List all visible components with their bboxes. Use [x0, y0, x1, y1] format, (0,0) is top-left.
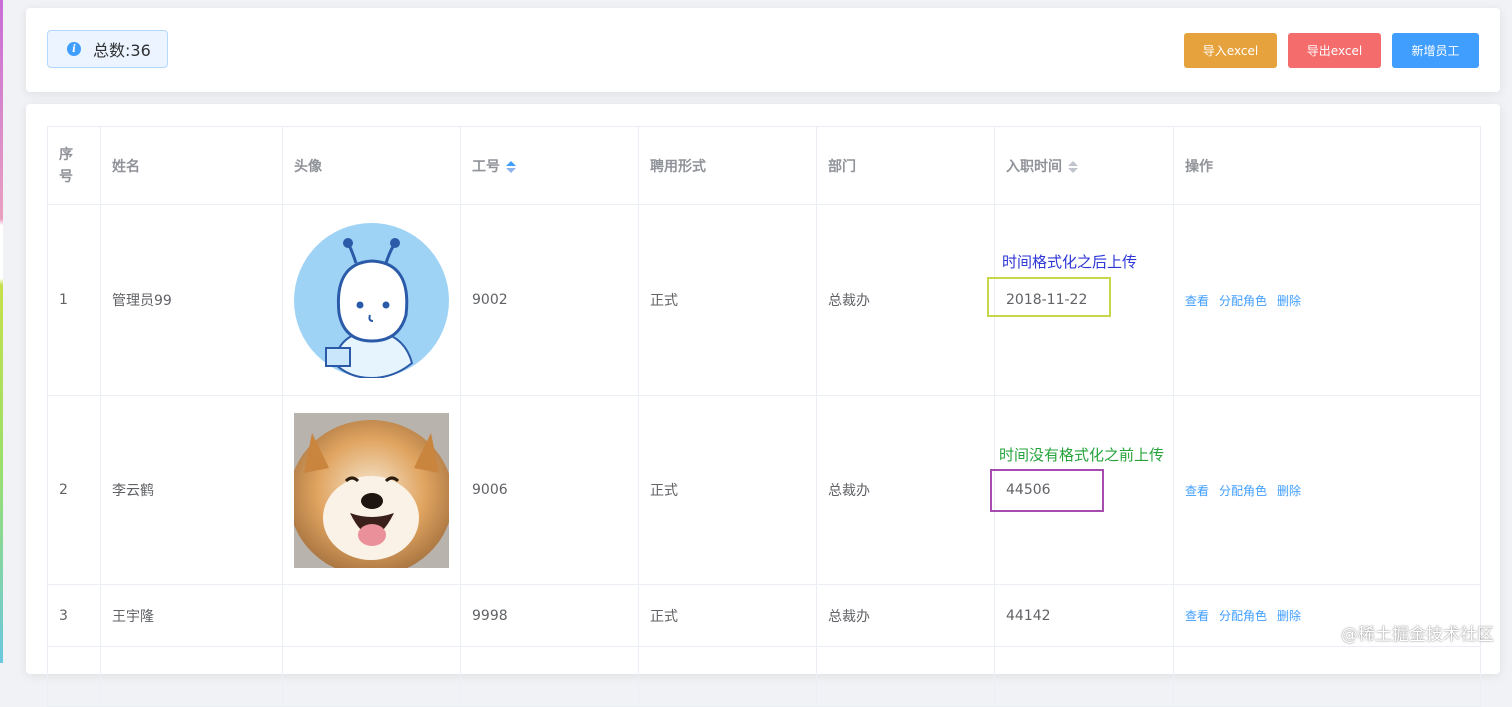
time-of-entry-value: 44506	[1006, 482, 1051, 498]
page-tools-card: i 总数:36 导入excel 导出excel 新增员工	[26, 8, 1500, 92]
watermark-text: @稀土掘金技术社区	[1341, 620, 1494, 645]
cell-index: 2	[48, 396, 101, 585]
sort-caret-icon[interactable]	[506, 161, 516, 173]
view-link[interactable]: 查看	[1185, 484, 1209, 498]
column-header-work-number[interactable]: 工号	[461, 127, 639, 205]
annotation-label-formatted: 时间格式化之后上传	[1002, 251, 1137, 272]
dog-photo-image[interactable]	[294, 413, 449, 568]
view-link[interactable]: 查看	[1185, 294, 1209, 308]
cell-form-of-employment: 正式	[639, 585, 817, 647]
column-header-name: 姓名	[101, 127, 283, 205]
cell-department: 总裁办	[817, 585, 995, 647]
cell-time-of-entry: 44142	[995, 585, 1174, 647]
column-header-index: 序号	[48, 127, 101, 205]
assign-role-link[interactable]: 分配角色	[1219, 609, 1267, 623]
column-header-avatar: 头像	[283, 127, 461, 205]
delete-link[interactable]: 删除	[1277, 484, 1301, 498]
column-header-department: 部门	[817, 127, 995, 205]
employee-table: 序号 姓名 头像 工号 聘用形式 部门 入职时间 操作 1 管理员99	[47, 126, 1481, 707]
delete-link[interactable]: 删除	[1277, 609, 1301, 623]
cell-time-of-entry: 时间没有格式化之前上传 44506	[995, 396, 1174, 585]
time-of-entry-value: 2018-11-22	[1006, 292, 1087, 308]
cell-name: 管理员99	[101, 205, 283, 396]
cell-time-of-entry: 时间格式化之后上传 2018-11-22	[995, 205, 1174, 396]
employee-table-card: 序号 姓名 头像 工号 聘用形式 部门 入职时间 操作 1 管理员99	[26, 104, 1500, 674]
cell-department: 总裁办	[817, 205, 995, 396]
total-count-text: 总数:36	[93, 37, 151, 61]
import-excel-button[interactable]: 导入excel	[1184, 33, 1277, 68]
info-icon: i	[67, 42, 81, 56]
add-employee-button[interactable]: 新增员工	[1392, 33, 1479, 68]
cell-form-of-employment: 正式	[639, 205, 817, 396]
cell-work-number: 9998	[461, 585, 639, 647]
cell-form-of-employment: 正式	[639, 396, 817, 585]
column-header-form-of-employment: 聘用形式	[639, 127, 817, 205]
cell-avatar	[283, 585, 461, 647]
cell-work-number: 9002	[461, 205, 639, 396]
cell-work-number: 9006	[461, 396, 639, 585]
cartoon-avatar-image[interactable]	[294, 223, 449, 378]
table-row	[48, 647, 1481, 707]
delete-link[interactable]: 删除	[1277, 294, 1301, 308]
cell-actions: 查看分配角色删除	[1174, 396, 1481, 585]
cell-avatar	[283, 396, 461, 585]
cell-department: 总裁办	[817, 396, 995, 585]
cell-index: 3	[48, 585, 101, 647]
table-header-row: 序号 姓名 头像 工号 聘用形式 部门 入职时间 操作	[48, 127, 1481, 205]
assign-role-link[interactable]: 分配角色	[1219, 484, 1267, 498]
column-header-actions: 操作	[1174, 127, 1481, 205]
export-excel-button[interactable]: 导出excel	[1288, 33, 1381, 68]
cell-actions: 查看分配角色删除	[1174, 205, 1481, 396]
assign-role-link[interactable]: 分配角色	[1219, 294, 1267, 308]
total-count-alert: i 总数:36	[47, 30, 168, 68]
table-row: 3 王宇隆 9998 正式 总裁办 44142 查看分配角色删除	[48, 585, 1481, 647]
sort-caret-icon[interactable]	[1068, 161, 1078, 173]
annotation-label-unformatted: 时间没有格式化之前上传	[999, 444, 1164, 465]
cell-name: 李云鹤	[101, 396, 283, 585]
table-row: 1 管理员99	[48, 205, 1481, 396]
view-link[interactable]: 查看	[1185, 609, 1209, 623]
left-edge-strip	[0, 0, 3, 663]
cell-avatar	[283, 205, 461, 396]
cell-index: 1	[48, 205, 101, 396]
table-row: 2 李云鹤	[48, 396, 1481, 585]
cell-name: 王宇隆	[101, 585, 283, 647]
column-header-time-of-entry[interactable]: 入职时间	[995, 127, 1174, 205]
